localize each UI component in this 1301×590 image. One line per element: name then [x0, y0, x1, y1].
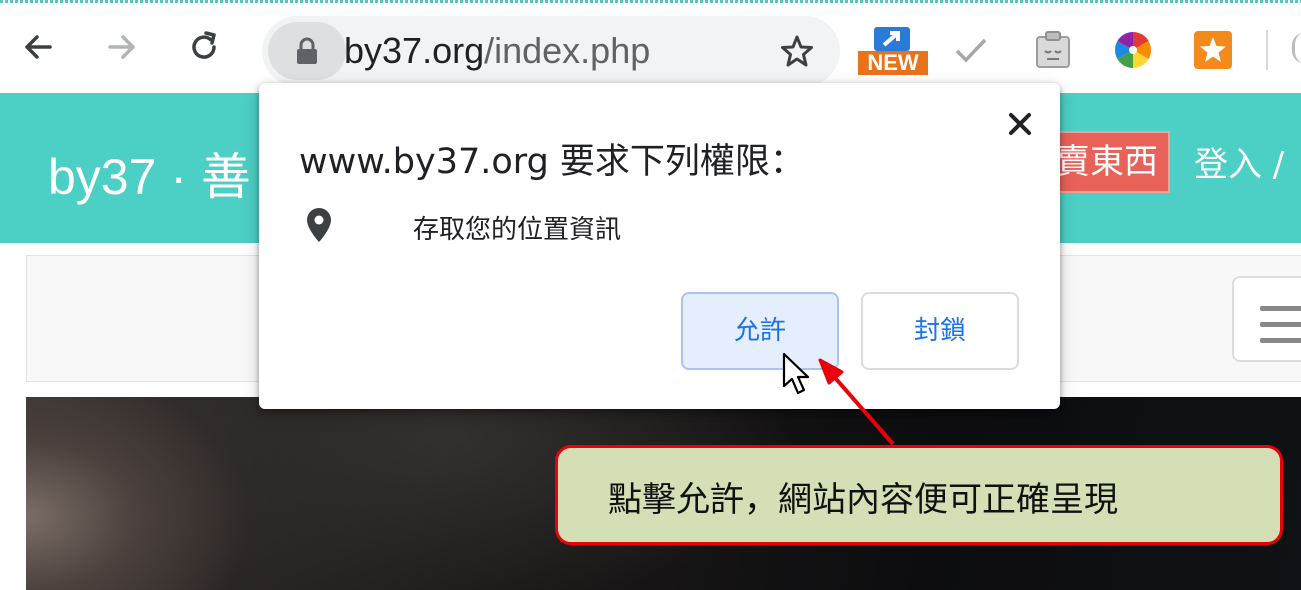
- url-path: /index.php: [484, 30, 651, 71]
- browser-toolbar: by37.org/index.php NEW: [0, 3, 1301, 93]
- sell-button[interactable]: 賣東西: [1046, 131, 1170, 193]
- back-button[interactable]: [16, 25, 60, 69]
- close-icon: [1009, 113, 1031, 135]
- menu-line-icon: [1260, 322, 1301, 327]
- login-link[interactable]: 登入 /: [1194, 137, 1284, 186]
- lock-icon: [297, 37, 317, 64]
- orange-star-icon: [1194, 31, 1232, 69]
- site-info-button[interactable]: [268, 22, 346, 80]
- forward-arrow-icon: [108, 35, 135, 59]
- url-host: by37.org: [344, 30, 485, 71]
- toolbar-divider: [1266, 30, 1268, 70]
- address-bar[interactable]: by37.org/index.php: [262, 16, 840, 86]
- new-badge: NEW: [858, 51, 928, 75]
- menu-line-icon: [1260, 306, 1301, 311]
- color-wheel-icon: [1114, 31, 1152, 69]
- checkmark-icon: [955, 38, 987, 63]
- mouse-pointer-icon: [782, 352, 810, 395]
- permission-text: 存取您的位置資訊: [413, 215, 622, 245]
- url-text[interactable]: by37.org/index.php: [344, 28, 650, 74]
- reload-button[interactable]: [182, 25, 226, 69]
- menu-line-icon: [1260, 338, 1301, 343]
- site-brand[interactable]: by37 · 善: [48, 137, 251, 209]
- star-extension-button[interactable]: [1188, 25, 1238, 75]
- annotation-callout-text: 點擊允許，網站內容便可正確呈現: [608, 480, 1118, 520]
- profile-button-edge[interactable]: [1292, 33, 1301, 63]
- reload-icon: [192, 31, 216, 59]
- page: by37.org/index.php NEW by37 · 善 賣東西 登入 /…: [0, 0, 1301, 590]
- annotation-callout: 點擊允許，網站內容便可正確呈現: [555, 445, 1283, 545]
- permission-dialog: www.by37.org 要求下列權限： 存取您的位置資訊 允許 封鎖: [259, 83, 1060, 409]
- allow-button[interactable]: 允許: [681, 292, 839, 370]
- forward-button[interactable]: [100, 25, 144, 69]
- clipboard-icon: [1036, 31, 1070, 68]
- new-extension-button[interactable]: NEW: [858, 25, 928, 85]
- close-button[interactable]: [1001, 105, 1039, 143]
- star-outline-icon: [781, 35, 813, 67]
- permission-dialog-title: www.by37.org 要求下列權限：: [299, 142, 805, 182]
- bookmark-button[interactable]: [776, 30, 818, 72]
- block-button[interactable]: 封鎖: [861, 292, 1019, 370]
- check-extension-button[interactable]: [946, 25, 996, 75]
- hamburger-menu-button[interactable]: [1232, 276, 1301, 362]
- clipboard-extension-button[interactable]: [1028, 25, 1078, 75]
- color-wheel-extension-button[interactable]: [1108, 25, 1158, 75]
- back-arrow-icon: [25, 35, 52, 59]
- location-pin-icon: [307, 208, 331, 242]
